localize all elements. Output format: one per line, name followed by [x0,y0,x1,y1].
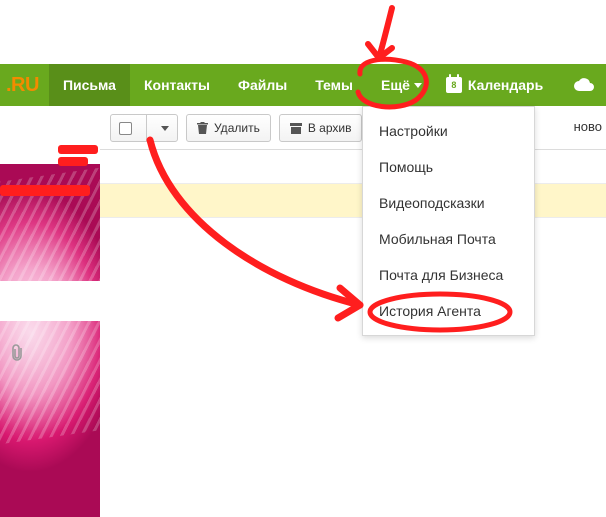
redaction-mark [58,157,88,166]
nav-files[interactable]: Файлы [224,64,301,106]
archive-label: В архив [308,121,352,135]
checkbox-icon [119,122,132,135]
dd-help-label: Помощь [379,159,433,175]
delete-button[interactable]: Удалить [186,114,271,142]
nav-themes-label: Темы [315,77,353,93]
chevron-down-icon [161,126,169,131]
dd-agent-history-label: История Агента [379,303,481,319]
archive-button[interactable]: В архив [279,114,363,142]
dd-videohints[interactable]: Видеоподсказки [363,185,534,221]
nav-more-label: Ещё [381,77,410,93]
dd-business-mail-label: Почта для Бизнеса [379,267,503,283]
new-label: ново [574,119,602,134]
sidebar-mid-area [0,281,100,321]
top-gap [0,0,606,64]
nav-mail-label: Письма [63,77,116,93]
cloud-icon [573,78,595,92]
nav-more[interactable]: Ещё [367,64,432,106]
paperclip-icon [10,344,26,367]
calendar-icon: 8 [446,77,462,93]
nav-files-label: Файлы [238,77,287,93]
dd-videohints-label: Видеоподсказки [379,195,485,211]
nav-mail[interactable]: Письма [49,64,130,106]
archive-icon [290,123,302,134]
sidebar-top-area [0,106,100,164]
nav-contacts-label: Контакты [144,77,210,93]
dd-settings[interactable]: Настройки [363,113,534,149]
select-all-button[interactable] [110,114,178,142]
nav-calendar[interactable]: 8 Календарь [432,64,557,106]
chevron-down-icon [414,83,422,88]
more-dropdown: Настройки Помощь Видеоподсказки Мобильна… [362,106,535,336]
dd-help[interactable]: Помощь [363,149,534,185]
nav-themes[interactable]: Темы [301,64,367,106]
dd-settings-label: Настройки [379,123,448,139]
calendar-day: 8 [451,80,456,90]
delete-label: Удалить [214,121,260,135]
dd-business-mail[interactable]: Почта для Бизнеса [363,257,534,293]
sidebar [0,106,100,517]
dd-mobile-mail-label: Мобильная Почта [379,231,496,247]
redaction-mark [0,185,90,196]
redaction-mark [58,145,98,154]
nav-calendar-label: Календарь [468,77,543,93]
main-navbar: .RU Письма Контакты Файлы Темы Ещё 8 Кал… [0,64,606,106]
dd-agent-history[interactable]: История Агента [363,293,534,329]
nav-cloud[interactable] [557,64,603,106]
nav-contacts[interactable]: Контакты [130,64,224,106]
logo[interactable]: .RU [0,64,49,106]
logo-text: .RU [6,74,39,97]
trash-icon [197,122,208,134]
dd-mobile-mail[interactable]: Мобильная Почта [363,221,534,257]
